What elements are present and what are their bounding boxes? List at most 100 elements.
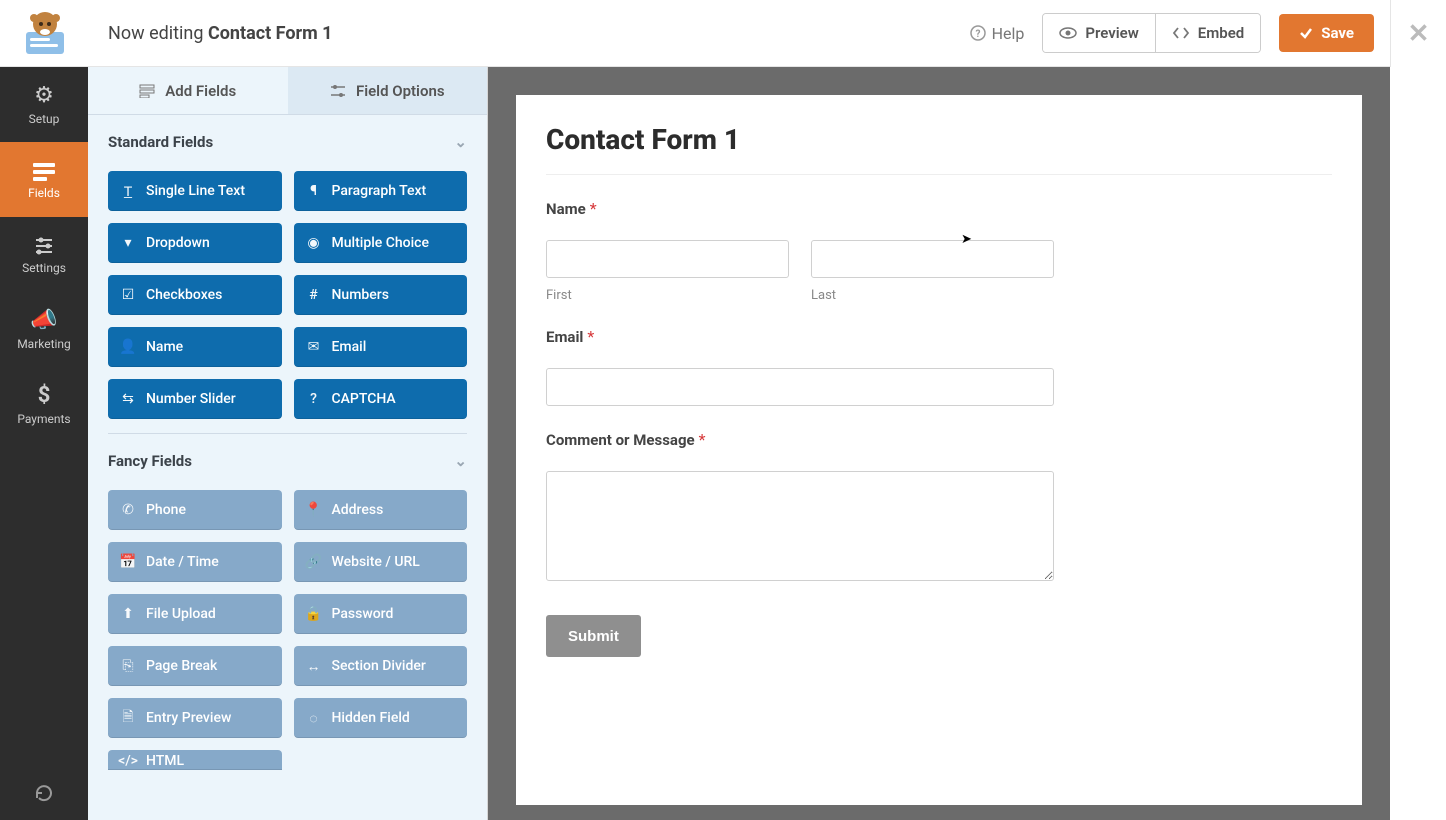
fancy-header[interactable]: Fancy Fields ⌄	[108, 448, 467, 474]
field-number-slider[interactable]: ⇆Number Slider	[108, 379, 282, 419]
history-icon	[33, 782, 55, 804]
list-icon	[139, 84, 155, 98]
field-email-block[interactable]: Email*	[546, 327, 1054, 406]
last-name-input[interactable]	[811, 240, 1054, 278]
tab-add-label: Add Fields	[165, 82, 236, 100]
code-icon: </>	[120, 753, 136, 769]
standard-heading-label: Standard Fields	[108, 133, 213, 151]
pin-icon: 📍	[306, 502, 322, 518]
field-file-upload[interactable]: ⬆ File Upload	[108, 594, 282, 634]
comment-textarea[interactable]	[546, 471, 1054, 581]
field-label: Address	[332, 502, 384, 518]
tab-options-label: Field Options	[356, 82, 445, 100]
field-phone[interactable]: ✆Phone	[108, 490, 282, 530]
fields-icon	[31, 160, 57, 182]
upload-icon: ⬆	[120, 606, 136, 622]
standard-header[interactable]: Standard Fields ⌄	[108, 129, 467, 155]
dollar-icon: $	[38, 383, 51, 408]
paragraph-icon: ¶	[306, 183, 322, 199]
fancy-heading-label: Fancy Fields	[108, 452, 192, 470]
document-icon: 🗎	[120, 706, 136, 730]
field-single-line-text[interactable]: T̲Single Line Text	[108, 171, 282, 211]
field-captcha[interactable]: ? CAPTCHA	[294, 379, 468, 419]
last-sublabel: Last	[811, 288, 1054, 303]
first-name-input[interactable]	[546, 240, 789, 278]
field-section-divider[interactable]: ↔Section Divider	[294, 646, 468, 686]
link-icon: 🔗	[306, 554, 322, 570]
rail-settings[interactable]: Settings	[0, 217, 88, 292]
code-icon	[1172, 26, 1190, 40]
rail-marketing[interactable]: 📣 Marketing	[0, 292, 88, 367]
bullhorn-icon: 📣	[30, 308, 57, 333]
editing-prefix: Now editing	[108, 23, 208, 44]
rail-setup[interactable]: ⚙ Setup	[0, 67, 88, 142]
required-marker: *	[699, 430, 706, 449]
field-date-time[interactable]: 📅 Date / Time	[108, 542, 282, 582]
field-page-break[interactable]: ⎘Page Break	[108, 646, 282, 686]
tab-add-fields[interactable]: Add Fields	[88, 67, 288, 114]
field-email[interactable]: ✉Email	[294, 327, 468, 367]
required-marker: *	[587, 327, 594, 346]
rail-fields[interactable]: Fields	[0, 142, 88, 217]
topbar: Now editing Contact Form 1 ? Help Previe…	[0, 0, 1390, 67]
field-label: Paragraph Text	[332, 183, 427, 199]
field-multiple-choice[interactable]: ◉Multiple Choice	[294, 223, 468, 263]
help-label: Help	[992, 24, 1025, 43]
phone-icon: ✆	[120, 502, 136, 518]
field-dropdown[interactable]: ▾Dropdown	[108, 223, 282, 263]
field-comment-block[interactable]: Comment or Message*	[546, 430, 1054, 585]
field-numbers[interactable]: #Numbers	[294, 275, 468, 315]
gear-icon: ⚙	[34, 83, 54, 108]
eye-slash-icon: ◌	[306, 710, 322, 727]
field-entry-preview[interactable]: 🗎Entry Preview	[108, 698, 282, 738]
standard-grid: T̲Single Line Text ¶ Paragraph Text ▾Drop…	[88, 157, 487, 423]
field-checkboxes[interactable]: ☑Checkboxes	[108, 275, 282, 315]
close-button[interactable]: ✕	[1390, 0, 1446, 67]
embed-label: Embed	[1198, 24, 1244, 42]
field-html[interactable]: </>HTML	[108, 750, 282, 770]
field-label: Date / Time	[146, 554, 219, 570]
rail-payments-label: Payments	[17, 412, 70, 426]
field-name-block[interactable]: Name* First Last	[546, 199, 1054, 303]
form-canvas[interactable]: Contact Form 1 Name* First Last Email* C…	[516, 95, 1362, 805]
eye-icon	[1059, 26, 1077, 40]
tab-field-options[interactable]: Field Options	[288, 67, 488, 114]
first-sublabel: First	[546, 288, 789, 303]
field-address[interactable]: 📍 Address	[294, 490, 468, 530]
question-icon: ?	[306, 391, 322, 407]
field-hidden-field[interactable]: ◌ Hidden Field	[294, 698, 468, 738]
save-label: Save	[1321, 24, 1354, 42]
rail-history[interactable]	[0, 765, 88, 820]
field-label: CAPTCHA	[332, 391, 396, 407]
rail-setup-label: Setup	[29, 112, 60, 126]
rail-payments[interactable]: $ Payments	[0, 367, 88, 442]
field-name[interactable]: 👤Name	[108, 327, 282, 367]
rail-settings-label: Settings	[22, 261, 66, 275]
submit-button[interactable]: Submit	[546, 615, 641, 657]
user-icon: 👤	[120, 339, 136, 355]
save-button[interactable]: Save	[1279, 14, 1374, 52]
email-input[interactable]	[546, 368, 1054, 406]
field-label: Multiple Choice	[332, 235, 429, 251]
field-label: File Upload	[146, 606, 216, 622]
chevron-down-icon: ⌄	[454, 133, 467, 151]
field-label: Hidden Field	[332, 710, 410, 726]
top-actions: ? Help Preview Embed Save	[970, 13, 1374, 53]
help-link[interactable]: ? Help	[970, 24, 1025, 43]
canvas-area: Contact Form 1 Name* First Last Email* C…	[488, 67, 1390, 820]
embed-button[interactable]: Embed	[1155, 14, 1260, 52]
envelope-icon: ✉	[306, 339, 322, 355]
preview-button[interactable]: Preview	[1043, 14, 1154, 52]
field-label: Password	[332, 606, 394, 622]
calendar-icon: 📅	[120, 554, 136, 570]
sliders-small-icon	[330, 84, 346, 98]
field-paragraph-text[interactable]: ¶ Paragraph Text	[294, 171, 468, 211]
dropdown-icon: ▾	[120, 235, 136, 251]
form-name: Contact Form 1	[208, 23, 333, 44]
rail-marketing-label: Marketing	[17, 337, 71, 351]
field-website-url[interactable]: 🔗Website / URL	[294, 542, 468, 582]
name-row: First Last	[546, 240, 1054, 303]
text-icon: T̲	[120, 183, 136, 200]
email-label: Email	[546, 328, 583, 346]
field-password[interactable]: 🔒Password	[294, 594, 468, 634]
